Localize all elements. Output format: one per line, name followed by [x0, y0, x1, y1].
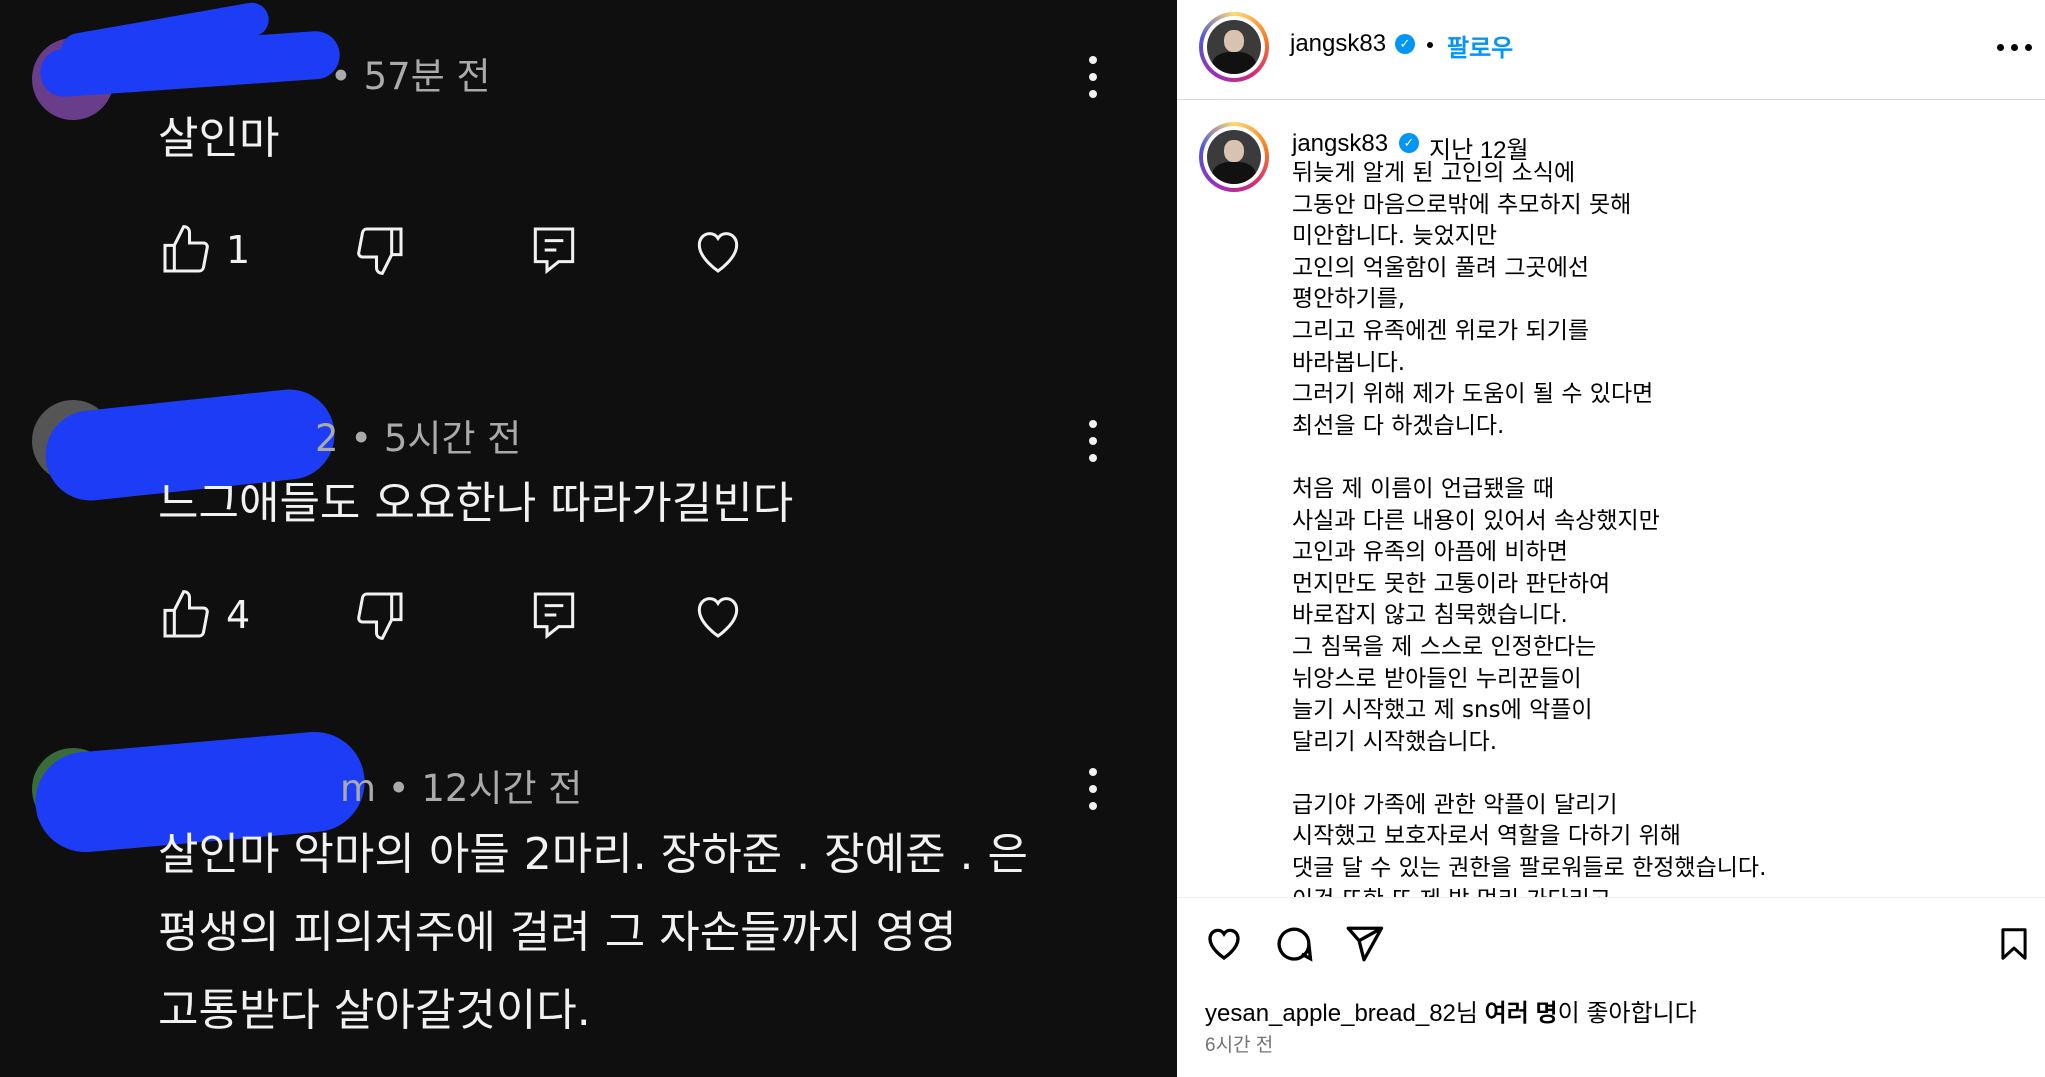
likes-suffix: 이 좋아합니다	[1557, 1000, 1697, 1027]
comment-meta: 2 • 5시간 전	[315, 417, 522, 460]
caption-scroll-area[interactable]: jangsk83 ✓ 지난 12월 뒤늦게 알게 된 고인의 소식에 그동안 마…	[1177, 100, 2045, 897]
verified-badge-icon: ✓	[1399, 133, 1419, 153]
profile-avatar[interactable]	[1199, 12, 1269, 82]
comment-text: 느그애들도 오요한나 따라가길빈다	[158, 478, 794, 529]
comment-meta: m • 12시간 전	[340, 767, 583, 810]
thumbs-up-icon	[163, 590, 209, 638]
comment-text-line: 평생의 피의저주에 걸려 그 자손들까지 영영	[158, 907, 957, 958]
like-count: 4	[226, 593, 251, 637]
youtube-comment-panel: • 57분 전 살인마 1 2 • 5시간 전 느그애들도 오요한나 따라가길빈…	[0, 0, 1177, 1077]
follow-button[interactable]: 팔로우	[1447, 28, 1513, 63]
comment-text: 살인마	[158, 113, 280, 164]
instagram-post-panel: jangsk83 ✓ 팔로우 jangsk83 ✓ 지난 12월 뒤늦게 알게 …	[1177, 0, 2045, 1077]
reply-comment-icon	[533, 592, 575, 640]
comment-icon[interactable]	[1272, 923, 1316, 965]
dislike-button[interactable]	[352, 587, 408, 657]
like-count: 1	[226, 228, 251, 272]
dislike-button[interactable]	[352, 222, 408, 292]
thumbs-down-icon	[357, 592, 403, 640]
caption-username[interactable]: jangsk83	[1292, 130, 1388, 158]
post-username[interactable]: jangsk83	[1290, 30, 1386, 58]
more-options-icon[interactable]	[1082, 56, 1104, 106]
heart-icon[interactable]	[1202, 923, 1246, 965]
divider	[1177, 897, 2045, 898]
share-icon[interactable]	[1342, 923, 1386, 965]
reply-button[interactable]	[526, 587, 582, 657]
heart-button[interactable]	[688, 587, 748, 657]
likes-suffix: 님	[1455, 1000, 1478, 1027]
heart-icon	[697, 597, 739, 638]
comment-text-line: 살인마 악마의 아들 2마리. 장하준 . 장예준 . 은	[158, 829, 1029, 880]
likes-user[interactable]: yesan_apple_bread_82	[1205, 1000, 1456, 1027]
comment-text-line: 고통받다 살아갈것이다.	[158, 985, 591, 1036]
reply-button[interactable]	[526, 222, 582, 292]
thumbs-down-icon	[357, 227, 403, 275]
heart-icon	[697, 232, 739, 273]
likes-others[interactable]: 여러 명	[1485, 1000, 1558, 1027]
more-options-icon[interactable]	[1997, 44, 2033, 52]
more-options-icon[interactable]	[1082, 768, 1104, 818]
likes-summary[interactable]: yesan_apple_bread_82님 여러 명이 좋아합니다	[1205, 993, 1697, 1028]
verified-badge-icon: ✓	[1395, 34, 1415, 54]
caption-text: 뒤늦게 알게 된 고인의 소식에 그동안 마음으로밖에 추모하지 못해 미안합니…	[1292, 160, 1767, 897]
thumbs-up-icon	[163, 225, 209, 273]
separator-dot	[1427, 42, 1433, 48]
reply-comment-icon	[533, 227, 575, 275]
like-button[interactable]: 1	[158, 222, 250, 292]
post-timestamp[interactable]: 6시간 전	[1205, 1030, 1273, 1057]
more-options-icon[interactable]	[1082, 420, 1104, 470]
like-button[interactable]: 4	[158, 587, 250, 657]
bookmark-icon[interactable]	[1995, 923, 2033, 965]
heart-button[interactable]	[688, 222, 748, 292]
caption-avatar[interactable]	[1199, 122, 1269, 192]
comment-meta: • 57분 전	[330, 55, 491, 98]
